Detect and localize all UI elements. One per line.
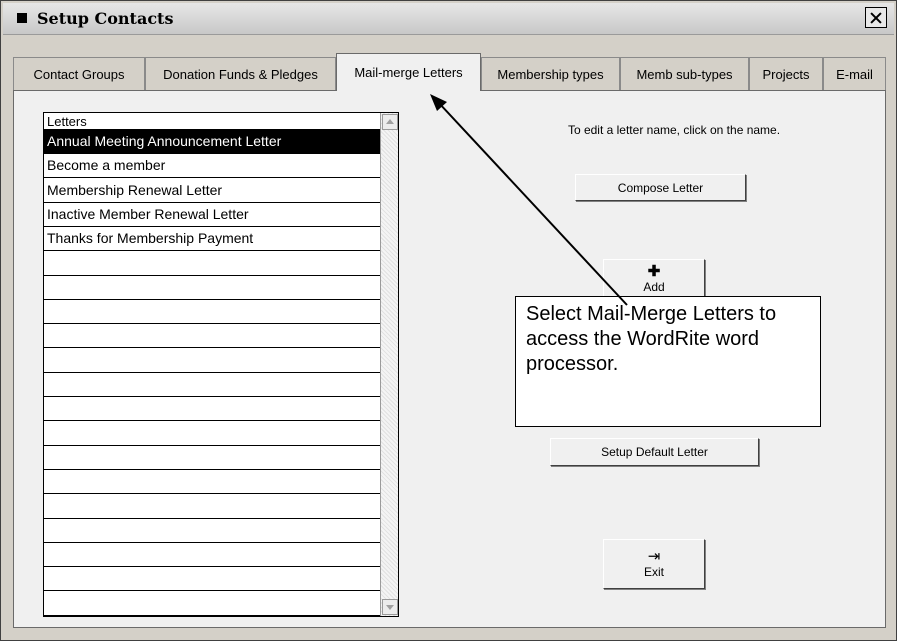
exit-button-label: Exit — [643, 565, 664, 579]
letter-list-item[interactable] — [44, 276, 380, 300]
letter-list-item[interactable] — [44, 567, 380, 592]
letter-list-item[interactable] — [44, 252, 380, 276]
letter-list-item[interactable]: Thanks for Membership Payment — [44, 227, 380, 252]
letter-list-item[interactable] — [44, 397, 380, 422]
scroll-up-icon[interactable] — [382, 114, 398, 130]
plus-icon: ✚ — [647, 263, 661, 280]
letter-list-item[interactable] — [44, 470, 380, 495]
letter-list-item[interactable]: Inactive Member Renewal Letter — [44, 203, 380, 227]
tab-e-mail[interactable]: E-mail — [823, 57, 886, 91]
exit-button[interactable]: ⇥ Exit — [603, 539, 705, 589]
exit-door-icon: ⇥ — [647, 548, 661, 565]
letter-list-item[interactable] — [44, 446, 380, 470]
tab-projects[interactable]: Projects — [749, 57, 823, 91]
letters-scrollbar[interactable] — [380, 113, 398, 616]
letter-list-item[interactable]: Membership Renewal Letter — [44, 179, 380, 203]
instruction-callout: Select Mail-Merge Letters to access the … — [515, 296, 821, 427]
letter-list-item[interactable] — [44, 519, 380, 543]
letters-list[interactable]: Letters Annual Meeting Announcement Lett… — [43, 112, 399, 617]
letter-list-item[interactable] — [44, 300, 380, 325]
letter-list-item[interactable] — [44, 495, 380, 519]
edit-name-hint: To edit a letter name, click on the name… — [567, 123, 781, 137]
window-menu-icon[interactable] — [17, 13, 27, 23]
letter-list-item[interactable] — [44, 349, 380, 373]
close-icon[interactable] — [865, 7, 887, 28]
title-bar: Setup Contacts — [3, 3, 894, 35]
letter-list-item[interactable]: Annual Meeting Announcement Letter — [44, 130, 380, 154]
tab-contact-groups[interactable]: Contact Groups — [13, 57, 145, 91]
scroll-down-icon[interactable] — [382, 599, 398, 615]
letter-list-item[interactable] — [44, 592, 380, 616]
add-button-label: Add — [643, 280, 665, 294]
callout-text: Select Mail-Merge Letters to access the … — [526, 303, 777, 375]
setup-default-letter-button[interactable]: Setup Default Letter — [550, 438, 759, 466]
compose-letter-button[interactable]: Compose Letter — [575, 174, 746, 201]
setup-contacts-window: Setup Contacts Contact Groups Donation F… — [0, 0, 897, 641]
letter-list-item[interactable] — [44, 543, 380, 568]
tab-membership-types[interactable]: Membership types — [481, 57, 620, 91]
window-title: Setup Contacts — [37, 9, 174, 28]
tab-memb-sub-types[interactable]: Memb sub-types — [620, 57, 749, 91]
letters-list-header: Letters — [44, 113, 380, 130]
letter-list-item[interactable] — [44, 373, 380, 397]
tab-donation-funds[interactable]: Donation Funds & Pledges — [145, 57, 336, 91]
letter-list-item[interactable] — [44, 324, 380, 349]
tab-mail-merge-letters[interactable]: Mail-merge Letters — [336, 53, 481, 91]
letter-list-item[interactable]: Become a member — [44, 154, 380, 179]
letter-list-item[interactable] — [44, 422, 380, 446]
